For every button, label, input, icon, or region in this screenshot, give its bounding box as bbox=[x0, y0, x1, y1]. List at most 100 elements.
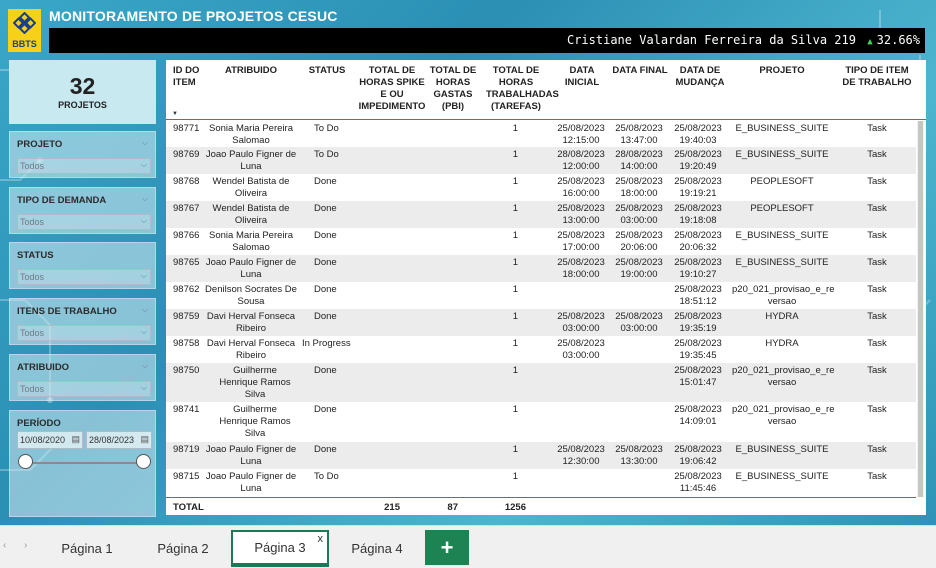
projects-kpi-card: 32 PROJETOS bbox=[9, 60, 156, 124]
table-row[interactable]: 98766 Sonia Maria Pereira Salomao Done 1… bbox=[166, 228, 916, 255]
cell-data-final: 25/08/2023 13:47:00 bbox=[615, 123, 663, 146]
close-tab-icon[interactable]: x bbox=[318, 533, 324, 545]
cell-status: Done bbox=[314, 365, 337, 376]
table-row[interactable]: 98719 Joao Paulo Figner de Luna Done 1 2… bbox=[166, 442, 916, 469]
cell-atribuido: Guilherme Henrique Ramos Silva bbox=[219, 404, 291, 439]
column-header-projeto[interactable]: PROJETO bbox=[732, 65, 832, 77]
add-page-button[interactable]: + bbox=[425, 530, 469, 565]
cell-projeto: HYDRA bbox=[765, 338, 799, 349]
cell-tipo: Task bbox=[867, 404, 887, 415]
column-header-status[interactable]: STATUS bbox=[301, 65, 353, 77]
table-row[interactable]: 98771 Sonia Maria Pereira Salomao To Do … bbox=[166, 121, 916, 147]
cell-atribuido: Denilson Socrates De Sousa bbox=[205, 284, 297, 307]
cell-data-inicial: 25/08/2023 13:00:00 bbox=[557, 203, 605, 226]
logo-text: BBTS bbox=[12, 39, 37, 49]
tab-label: Página 4 bbox=[351, 541, 403, 556]
cell-projeto: E_BUSINESS_SUITE bbox=[735, 444, 829, 455]
table-row[interactable]: 98750 Guilherme Henrique Ramos Silva Don… bbox=[166, 363, 916, 402]
filter-value: Todos bbox=[20, 328, 45, 338]
cell-atribuido: Davi Herval Fonseca Ribeiro bbox=[206, 311, 296, 334]
column-header-data-final[interactable]: DATA FINAL bbox=[610, 65, 670, 77]
date-range-slider-track[interactable] bbox=[26, 462, 144, 464]
cell-atribuido: Wendel Batista de Oliveira bbox=[212, 203, 290, 226]
cell-tipo: Task bbox=[867, 176, 887, 187]
cell-projeto: E_BUSINESS_SUITE bbox=[735, 230, 829, 241]
chevron-down-icon: ⌵ bbox=[140, 271, 147, 280]
cell-id: 98759 bbox=[173, 311, 200, 322]
tab-pagina-2[interactable]: Página 2 bbox=[136, 530, 230, 567]
end-date-value: 28/08/2023 bbox=[89, 435, 135, 445]
kpi-value: 32 bbox=[69, 73, 96, 99]
filter-tipo-demanda-dropdown[interactable]: Todos ⌵ bbox=[17, 214, 151, 230]
cell-data-mudanca: 25/08/2023 14:09:01 bbox=[674, 404, 722, 427]
table-row[interactable]: 98767 Wendel Batista de Oliveira Done 1 … bbox=[166, 201, 916, 228]
tab-pagina-1[interactable]: Página 1 bbox=[40, 530, 134, 567]
table-row[interactable]: 98762 Denilson Socrates De Sousa Done 1 … bbox=[166, 282, 916, 309]
cell-horas-trabalhadas: 1 bbox=[512, 471, 518, 482]
column-header-atribuido[interactable]: ATRIBUIDO bbox=[211, 65, 291, 77]
cell-horas-trabalhadas: 1 bbox=[512, 444, 518, 455]
cell-data-inicial: 28/08/2023 12:00:00 bbox=[557, 149, 605, 172]
table-row[interactable]: 98715 Joao Paulo Figner de Luna To Do 1 … bbox=[166, 469, 916, 496]
cell-tipo: Task bbox=[867, 444, 887, 455]
scrollbar-thumb[interactable] bbox=[918, 121, 923, 497]
calendar-icon[interactable]: ▤ bbox=[140, 434, 149, 445]
calendar-icon[interactable]: ▤ bbox=[71, 434, 80, 445]
page-tab-bar: ‹ › Página 1 Página 2 Página 3 x Página … bbox=[0, 525, 936, 568]
plus-icon: + bbox=[440, 534, 454, 560]
column-header-data-inicial[interactable]: DATA INICIAL bbox=[552, 65, 612, 89]
cell-id: 98767 bbox=[173, 203, 200, 214]
cell-data-inicial: 25/08/2023 16:00:00 bbox=[557, 176, 605, 199]
cell-data-inicial: 25/08/2023 12:15:00 bbox=[557, 123, 605, 146]
filter-status-dropdown[interactable]: Todos ⌵ bbox=[17, 269, 151, 285]
column-header-horas-gastas[interactable]: TOTAL DE HORAS GASTAS (PBI) bbox=[428, 65, 478, 113]
table-row[interactable]: 98769 Joao Paulo Figner de Luna To Do 1 … bbox=[166, 147, 916, 174]
sort-descending-icon[interactable]: ▼ bbox=[172, 111, 178, 117]
table-row[interactable]: 98768 Wendel Batista de Oliveira Done 1 … bbox=[166, 174, 916, 201]
cell-id: 98765 bbox=[173, 257, 200, 268]
cell-tipo: Task bbox=[867, 203, 887, 214]
collapse-chevron-icon[interactable]: ⌵ bbox=[142, 138, 148, 148]
slider-start-handle[interactable] bbox=[18, 454, 33, 469]
work-items-table: ID DO ITEM ATRIBUIDO STATUS TOTAL DE HOR… bbox=[166, 60, 926, 515]
cell-data-mudanca: 25/08/2023 19:10:27 bbox=[674, 257, 722, 280]
collapse-chevron-icon[interactable]: ⌵ bbox=[142, 194, 148, 204]
start-date-input[interactable]: 10/08/2020 ▤ bbox=[17, 431, 83, 449]
filter-projeto-dropdown[interactable]: Todos ⌵ bbox=[17, 158, 151, 174]
cell-id: 98741 bbox=[173, 404, 200, 415]
dashboard-title: MONITORAMENTO DE PROJETOS CESUC bbox=[49, 8, 338, 24]
table-scrollbar[interactable] bbox=[917, 121, 924, 497]
cell-status: Done bbox=[314, 404, 337, 415]
collapse-chevron-icon[interactable]: ⌵ bbox=[142, 361, 148, 371]
column-header-horas-trabalhadas[interactable]: TOTAL DE HORAS TRABALHADAS (TAREFAS) bbox=[486, 65, 559, 113]
cell-tipo: Task bbox=[867, 311, 887, 322]
cell-status: Done bbox=[314, 311, 337, 322]
filter-atribuido-dropdown[interactable]: Todos ⌵ bbox=[17, 381, 151, 397]
cell-data-inicial: 25/08/2023 12:30:00 bbox=[557, 444, 605, 467]
column-header-tipo[interactable]: TIPO DE ITEM DE TRABALHO bbox=[842, 65, 912, 89]
prev-page-icon[interactable]: ‹ bbox=[3, 540, 6, 551]
column-header-id[interactable]: ID DO ITEM bbox=[173, 65, 211, 89]
tab-label: Página 1 bbox=[61, 541, 113, 556]
table-row[interactable]: 98759 Davi Herval Fonseca Ribeiro Done 1… bbox=[166, 309, 916, 336]
chevron-down-icon: ⌵ bbox=[140, 216, 147, 225]
tab-pagina-3[interactable]: Página 3 x bbox=[231, 530, 329, 567]
table-row[interactable]: 98765 Joao Paulo Figner de Luna Done 1 2… bbox=[166, 255, 916, 282]
table-row[interactable]: 98741 Guilherme Henrique Ramos Silva Don… bbox=[166, 402, 916, 442]
filter-itens-trabalho-dropdown[interactable]: Todos ⌵ bbox=[17, 325, 151, 341]
next-page-icon[interactable]: › bbox=[24, 540, 27, 551]
column-header-data-mudanca[interactable]: DATA DE MUDANÇA bbox=[670, 65, 730, 89]
table-totals-row: TOTAL 215 87 1256 bbox=[166, 497, 916, 515]
slider-end-handle[interactable] bbox=[136, 454, 151, 469]
column-header-horas-spike[interactable]: TOTAL DE HORAS SPIKE E OU IMPEDIMENTO bbox=[357, 65, 427, 113]
cell-tipo: Task bbox=[867, 471, 887, 482]
cell-tipo: Task bbox=[867, 365, 887, 376]
cell-tipo: Task bbox=[867, 123, 887, 134]
table-row[interactable]: 98758 Davi Herval Fonseca Ribeiro In Pro… bbox=[166, 336, 916, 363]
end-date-input[interactable]: 28/08/2023 ▤ bbox=[86, 431, 152, 449]
tab-pagina-4[interactable]: Página 4 bbox=[330, 530, 424, 567]
cell-status: Done bbox=[314, 230, 337, 241]
total-horas-gastas: 87 bbox=[447, 502, 458, 513]
filter-atribuido: ATRIBUIDO ⌵ Todos ⌵ bbox=[9, 354, 156, 401]
collapse-chevron-icon[interactable]: ⌵ bbox=[142, 305, 148, 315]
